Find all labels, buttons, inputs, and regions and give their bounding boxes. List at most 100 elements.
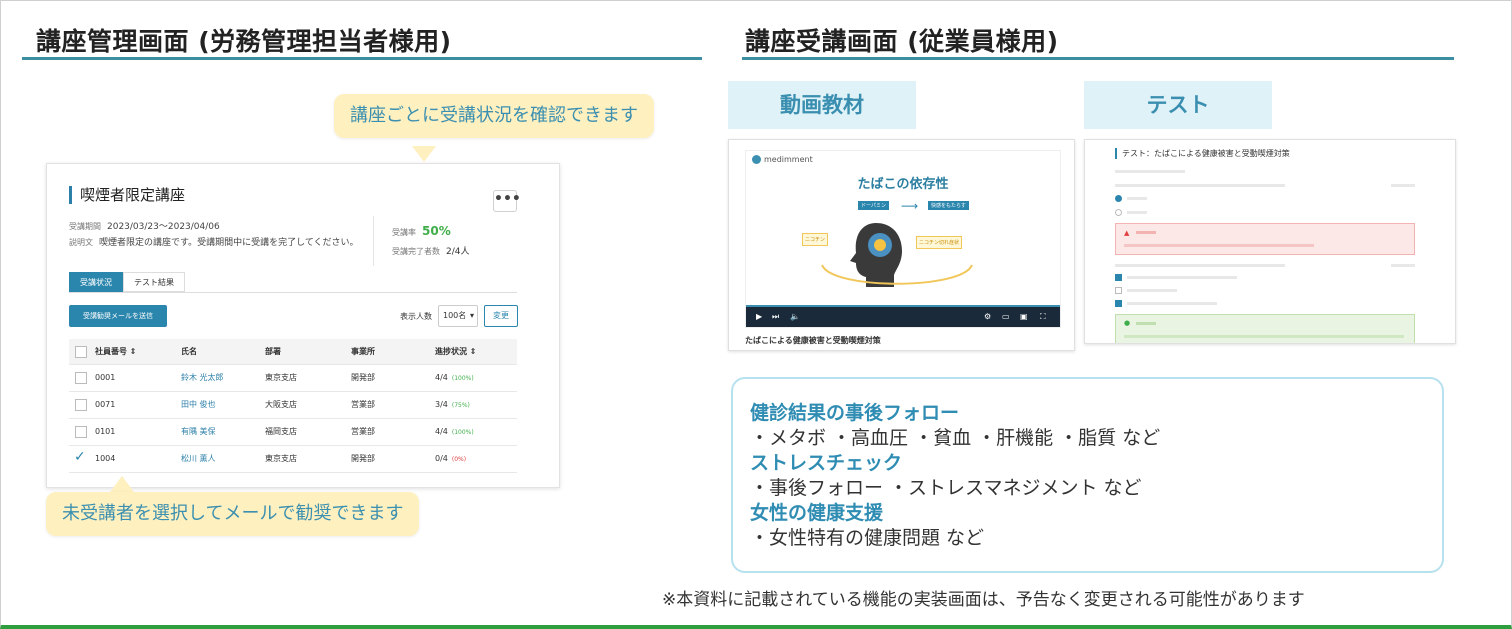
radio-selected[interactable] [1115,195,1122,202]
video-player[interactable]: medimment たばこの依存性 ドーパミン ⟶ 快感をもたらす ニコチン ニ… [745,150,1061,328]
display-count-label: 表示人数 [400,312,432,321]
more-options-button[interactable]: ••• [493,190,521,212]
radio-option[interactable] [1115,209,1122,216]
arrow-right-icon: ⟶ [901,199,919,213]
send-reminder-mail-button[interactable]: 受講勧奨メールを送信 [69,305,167,327]
incorrect-answer-box: ▲ [1115,223,1415,255]
row-checkbox[interactable] [75,372,87,384]
info-heading: ストレスチェック [750,452,903,474]
employee-id: 0001 [95,373,116,382]
employee-name-link[interactable]: 有隅 美保 [181,419,216,445]
info-items: ・事後フォロー ・ストレスマネジメント など [750,477,1142,499]
text-line [1124,335,1404,338]
display-count-select[interactable]: 100名 [438,305,478,327]
column-header[interactable]: 社員番号 ⇕ [95,339,137,365]
text-line [1115,170,1185,173]
column-header[interactable]: 進捗状況 ⇕ [435,339,477,365]
employee-name-link[interactable]: 田中 俊也 [181,392,216,418]
office: 営業部 [351,400,375,409]
cycle-arrow-icon [821,264,973,285]
select-all-checkbox[interactable] [75,346,87,358]
table-row[interactable]: 0101 有隅 美保 福岡支店 営業部 4/4 (100%) [69,419,517,446]
tab-test-results[interactable]: テスト結果 [123,272,185,292]
correct-answer-box: ● [1115,314,1415,343]
pip-icon[interactable]: ▣ [1020,312,1028,321]
callout-tail [110,476,134,492]
test-label: テスト [1084,81,1272,129]
play-icon[interactable]: ▶ [756,312,762,321]
info-items: ・女性特有の健康問題 など [750,527,985,549]
text-line [1127,197,1147,200]
row-checkbox[interactable] [75,399,87,411]
info-items: ・メタボ ・高血圧 ・貧血 ・肝機能 ・脂質 など [750,427,1161,449]
callout-check-status: 講座ごとに受講状況を確認できます [334,94,654,138]
admin-tabs: 受講状況 テスト結果 [69,272,185,292]
progress: 4/4 (100%) [435,373,474,382]
checkbox-unchecked[interactable] [1115,287,1122,294]
checkmark-icon[interactable]: ✓ [74,449,86,465]
employee-heading-underline [742,57,1454,60]
checkbox-checked[interactable] [1115,300,1122,307]
course-period: 受講期間 2023/03/23〜2023/04/06 [69,222,220,232]
video-material-preview[interactable]: medimment たばこの依存性 ドーパミン ⟶ 快感をもたらす ニコチン ニ… [728,139,1075,351]
admin-heading-underline [22,57,702,60]
change-button[interactable]: 変更 [484,305,518,327]
next-icon[interactable]: ⏭ [772,312,779,322]
tab-underline [69,292,517,293]
subtitles-icon[interactable]: ▭ [1002,312,1010,321]
text-line [1136,322,1156,325]
other-courses-box: 健診結果の事後フォロー ・メタボ ・高血圧 ・貧血 ・肝機能 ・脂質 など スト… [731,377,1444,573]
fullscreen-icon[interactable]: ⛶ [1040,312,1046,322]
text-line [1127,289,1177,292]
progress-bar[interactable] [746,305,1060,307]
column-header: 部署 [265,347,281,356]
text-line [1136,231,1156,234]
video-logo: medimment [752,155,813,164]
department: 福岡支店 [265,427,297,436]
text-line [1127,211,1147,214]
table-row[interactable]: ✓ 1004 松川 薫人 東京支店 開発部 0/4 (0%) [69,446,517,473]
progress: 0/4 (0%) [435,454,467,463]
volume-icon[interactable]: 🔈 [790,312,800,321]
text-line [1115,264,1285,267]
progress: 4/4 (100%) [435,427,474,436]
settings-icon[interactable]: ⚙ [984,312,991,321]
video-material-label: 動画教材 [728,81,916,129]
progress: 3/4 (75%) [435,400,470,409]
table-row[interactable]: 0071 田中 俊也 大阪支店 営業部 3/4 (75%) [69,392,517,419]
video-slide-title: たばこの依存性 [857,177,949,192]
info-heading: 健診結果の事後フォロー [750,402,960,424]
employee-name-link[interactable]: 松川 薫人 [181,446,216,472]
info-heading: 女性の健康支援 [750,502,884,524]
table-row[interactable]: 0001 鈴木 光太郎 東京支店 開発部 4/4 (100%) [69,365,517,392]
warning-icon: ▲ [1124,229,1130,237]
attendee-table: 社員番号 ⇕ 氏名 部署 事業所 進捗状況 ⇕ 0001 鈴木 光太郎 東京支店… [69,339,517,473]
office: 開発部 [351,373,375,382]
employee-id: 0071 [95,400,116,409]
text-line [1127,302,1217,305]
disclaimer-note: ※本資料に記載されている機能の実装画面は、予告なく変更される可能性があります [662,590,1305,610]
row-checkbox[interactable] [75,426,87,438]
table-header: 社員番号 ⇕ 氏名 部署 事業所 進捗状況 ⇕ [69,339,517,365]
tab-attendance-status[interactable]: 受講状況 [69,272,123,292]
text-line [1391,264,1415,267]
course-title: 喫煙者限定講座 [69,186,185,204]
employee-screen-heading: 講座受講画面 (従業員様用) [745,27,1059,56]
column-header: 事業所 [351,347,375,356]
correct-icon: ● [1124,319,1131,327]
checkbox-checked[interactable] [1115,274,1122,281]
employee-name-link[interactable]: 鈴木 光太郎 [181,365,224,391]
logo-icon [752,155,761,164]
employee-id: 1004 [95,454,116,463]
text-line [1127,276,1237,279]
office: 開発部 [351,454,375,463]
office: 営業部 [351,427,375,436]
text-line [1391,184,1415,187]
test-preview[interactable]: テスト：たばこによる健康被害と受動喫煙対策 ▲ ● [1084,139,1456,344]
employee-id: 0101 [95,427,116,436]
video-tag: 快感をもたらす [928,201,969,210]
video-control-bar[interactable]: ▶ ⏭ 🔈 ⚙ ▭ ▣ ⛶ [746,305,1060,327]
stats-divider [373,216,374,266]
video-tag: ドーパミン [858,201,889,210]
text-line [1124,244,1314,247]
